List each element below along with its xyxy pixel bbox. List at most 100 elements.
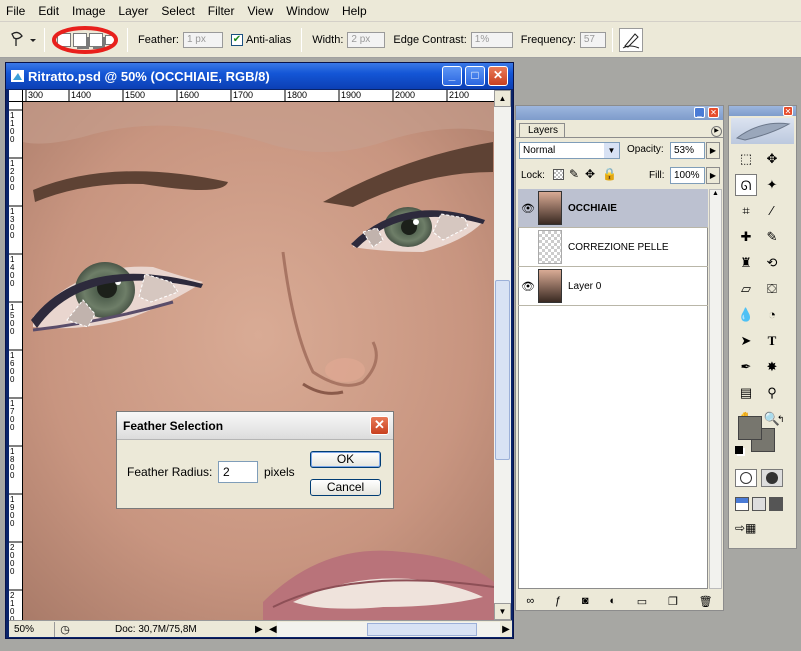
healing-brush-tool-icon[interactable]: ✚ xyxy=(735,226,757,248)
fill-input[interactable]: 100% xyxy=(670,167,705,184)
lasso-tool-icon[interactable]: ᘏ xyxy=(735,174,757,196)
panel-menu-icon[interactable]: ▶ xyxy=(711,126,722,137)
layers-scrollbar[interactable]: ▲ xyxy=(709,189,722,589)
horizontal-scrollbar[interactable] xyxy=(277,621,500,637)
paint-bucket-tool-icon[interactable]: ⛋ xyxy=(761,278,783,300)
tools-close-icon[interactable]: ✕ xyxy=(783,106,793,116)
minimize-button[interactable]: _ xyxy=(442,66,462,86)
jump-to-imageready-icon[interactable]: ⇨▦ xyxy=(735,521,781,541)
chevron-down-icon[interactable]: ▼ xyxy=(604,143,619,158)
adjustment-layer-icon[interactable]: ◐ xyxy=(609,595,616,607)
pen-tool-icon[interactable]: ✒ xyxy=(735,356,757,378)
shape-tool-icon[interactable]: ✸ xyxy=(761,356,783,378)
document-title-bar[interactable]: Ritratto.psd @ 50% (OCCHIAIE, RGB/8) _ □… xyxy=(6,63,513,89)
standard-mode-icon[interactable] xyxy=(735,469,757,487)
magic-wand-tool-icon[interactable]: ✦ xyxy=(761,174,783,196)
eye-icon[interactable]: 👁 xyxy=(518,202,538,215)
close-button[interactable]: ✕ xyxy=(488,66,508,86)
fill-slider-icon[interactable]: ▶ xyxy=(706,167,720,184)
standard-screen-icon[interactable] xyxy=(735,497,749,511)
full-screen-menu-icon[interactable] xyxy=(752,497,766,511)
eye-icon[interactable]: 👁 xyxy=(518,280,538,293)
default-colors-icon[interactable] xyxy=(735,446,743,454)
width-input[interactable]: 2 px xyxy=(347,31,386,48)
scroll-thumb[interactable] xyxy=(495,280,510,460)
eraser-tool-icon[interactable]: ▱ xyxy=(735,278,757,300)
menu-edit[interactable]: Edit xyxy=(38,4,59,18)
slice-tool-icon[interactable]: ⁄ xyxy=(761,200,783,222)
panel-minimize-icon[interactable]: _ xyxy=(694,107,705,118)
lock-position-icon[interactable]: ✥ xyxy=(585,167,595,181)
new-group-icon[interactable]: ▭ xyxy=(637,595,647,608)
menu-file[interactable]: File xyxy=(6,4,25,18)
menu-filter[interactable]: Filter xyxy=(208,4,235,18)
layer-style-icon[interactable]: ƒ xyxy=(555,595,561,607)
hscroll-right-icon[interactable]: ▶ xyxy=(500,624,512,635)
status-menu-icon[interactable]: ◷ xyxy=(55,623,75,636)
feather-radius-input[interactable]: 2 xyxy=(218,461,258,483)
eyedropper-tool-icon[interactable]: ⚲ xyxy=(761,382,783,404)
panel-close-icon[interactable]: ✕ xyxy=(708,107,719,118)
frequency-input[interactable]: 57 xyxy=(579,31,606,48)
maximize-button[interactable]: □ xyxy=(465,66,485,86)
magnetic-lasso-tool-preset-icon[interactable] xyxy=(8,28,38,52)
hscroll-thumb[interactable] xyxy=(367,622,477,636)
layers-panel-header[interactable]: _ ✕ xyxy=(516,106,723,120)
layer-row[interactable]: 👁 Layer 0 xyxy=(518,267,708,306)
layer-row[interactable]: 👁 OCCHIAIE xyxy=(518,189,708,228)
crop-tool-icon[interactable]: ⌗ xyxy=(735,200,757,222)
lock-pixels-icon[interactable]: ✎ xyxy=(569,167,579,181)
marquee-tool-icon[interactable]: ⬚ xyxy=(735,148,757,170)
delete-layer-icon[interactable]: 🗑 xyxy=(699,595,713,608)
cancel-button[interactable]: Cancel xyxy=(310,479,381,496)
image-canvas[interactable] xyxy=(23,102,494,620)
brush-tool-icon[interactable]: ✎ xyxy=(761,226,783,248)
hscroll-left-icon[interactable]: ◀ xyxy=(269,624,277,635)
dodge-tool-icon[interactable]: ◔ xyxy=(761,304,783,326)
menu-select[interactable]: Select xyxy=(161,4,194,18)
foreground-color-swatch[interactable] xyxy=(738,416,762,440)
layer-row[interactable]: CORREZIONE PELLE xyxy=(518,228,708,267)
dialog-title-bar[interactable]: Feather Selection xyxy=(117,412,393,440)
ruler-top-label: 1500 xyxy=(125,90,146,100)
add-mask-icon[interactable]: ◙ xyxy=(582,595,589,607)
swap-colors-icon[interactable]: ↰ xyxy=(777,414,785,425)
tools-header[interactable]: ✕ xyxy=(729,106,796,116)
ok-button[interactable]: OK xyxy=(310,451,381,468)
quick-mask-mode-icon[interactable] xyxy=(761,469,783,487)
menu-layer[interactable]: Layer xyxy=(118,4,148,18)
scroll-down-icon[interactable]: ▼ xyxy=(494,603,511,620)
blur-tool-icon[interactable]: 💧 xyxy=(735,304,757,326)
zoom-level[interactable]: 50% xyxy=(9,621,55,637)
menu-view[interactable]: View xyxy=(247,4,273,18)
menu-help[interactable]: Help xyxy=(342,4,367,18)
notes-tool-icon[interactable]: ▤ xyxy=(735,382,757,404)
tab-layers[interactable]: Layers xyxy=(519,123,565,138)
move-tool-icon[interactable]: ✥ xyxy=(761,148,783,170)
link-layers-icon[interactable]: ∞ xyxy=(526,595,534,607)
status-arrow-icon[interactable]: ▶ xyxy=(255,624,267,635)
blend-mode-select[interactable]: Normal ▼ xyxy=(519,142,620,159)
clone-stamp-tool-icon[interactable]: ♜ xyxy=(735,252,757,274)
type-tool-icon[interactable]: T xyxy=(761,330,783,352)
adobe-feather-icon[interactable] xyxy=(731,118,794,144)
lock-all-icon[interactable]: 🔒 xyxy=(602,167,617,181)
menu-image[interactable]: Image xyxy=(72,4,105,18)
opacity-slider-icon[interactable]: ▶ xyxy=(706,142,720,159)
history-brush-tool-icon[interactable]: ⟲ xyxy=(761,252,783,274)
new-layer-icon[interactable]: ❐ xyxy=(668,595,678,608)
edge-contrast-input[interactable]: 1% xyxy=(470,31,513,48)
menu-window[interactable]: Window xyxy=(286,4,329,18)
feather-input[interactable]: 1 px xyxy=(182,31,223,48)
pen-pressure-icon[interactable] xyxy=(618,27,643,52)
lock-transparent-icon[interactable] xyxy=(553,169,564,180)
ruler-origin[interactable] xyxy=(9,90,23,102)
scroll-up-icon[interactable]: ▲ xyxy=(494,90,511,107)
full-screen-icon[interactable] xyxy=(769,497,783,511)
opacity-input[interactable]: 53% xyxy=(670,142,705,159)
ruler-top-label: 1700 xyxy=(233,90,254,100)
dialog-close-button[interactable]: ✕ xyxy=(370,416,389,435)
path-selection-tool-icon[interactable]: ➤ xyxy=(735,330,757,352)
vertical-scrollbar[interactable]: ▲ ▼ xyxy=(494,90,511,620)
antialias-checkbox[interactable]: ✔ xyxy=(230,33,243,46)
